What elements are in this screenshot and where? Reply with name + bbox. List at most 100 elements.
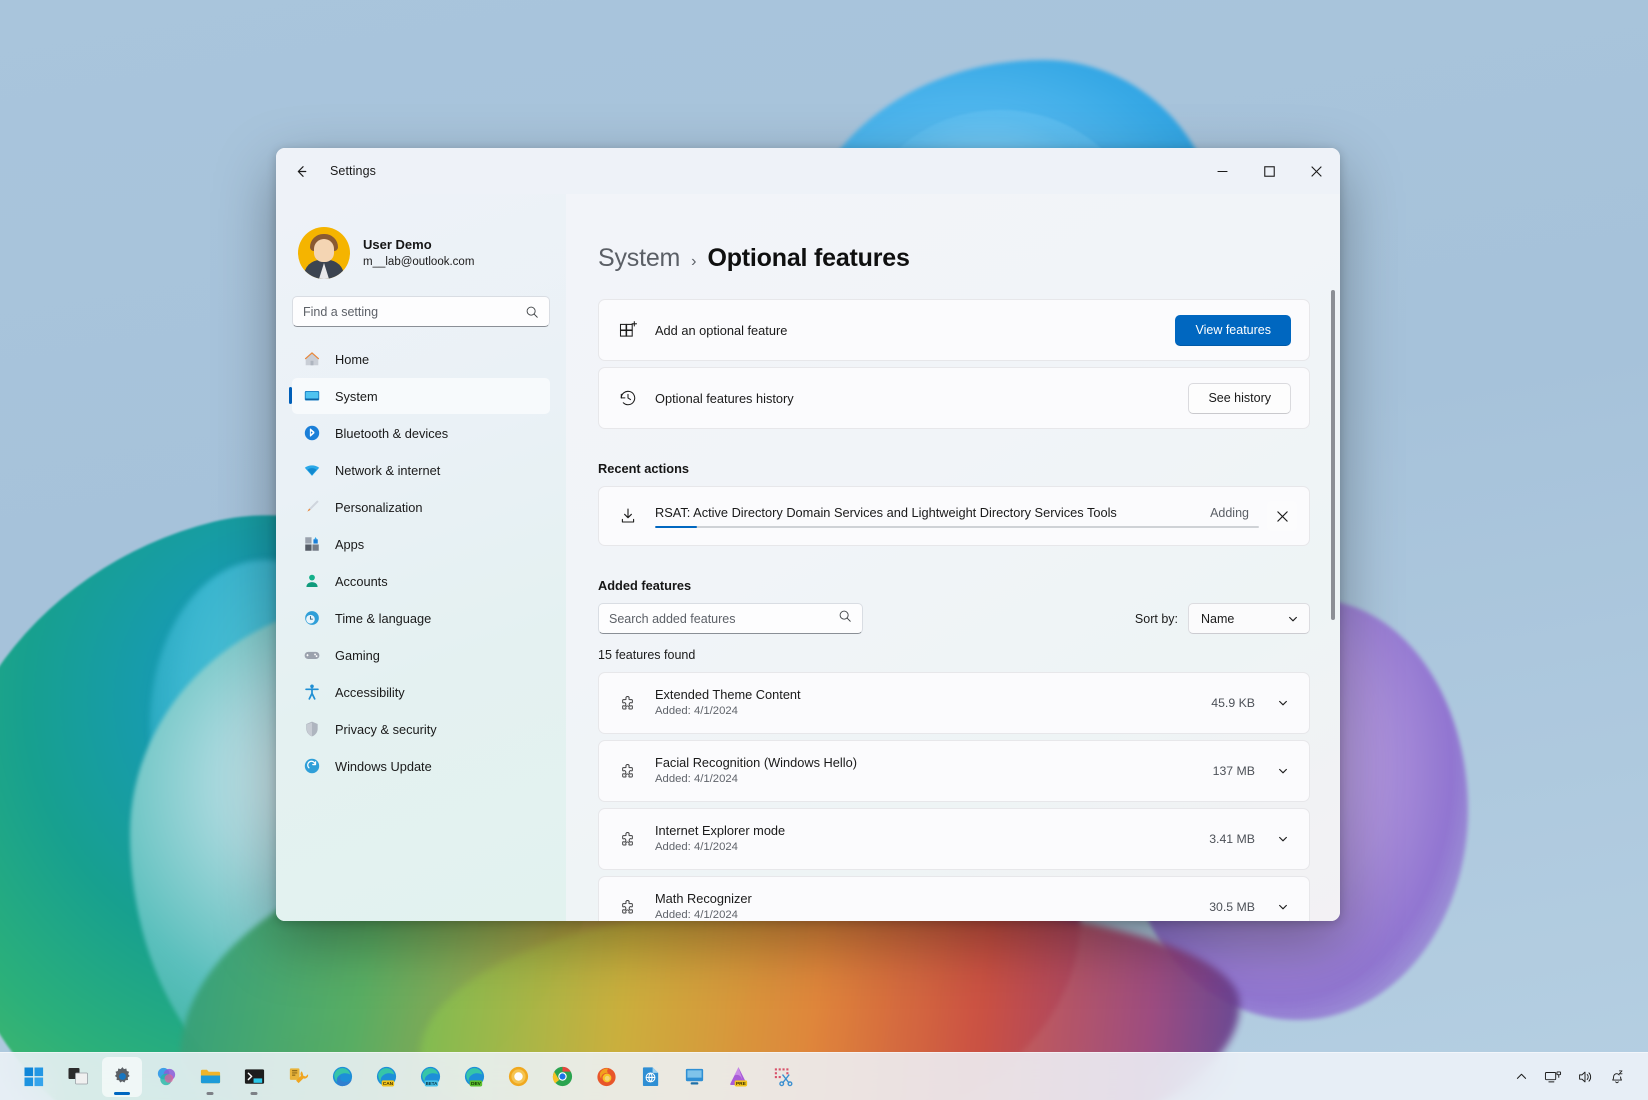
shield-icon xyxy=(303,720,321,738)
sidebar-item-system[interactable]: System xyxy=(292,378,550,414)
sidebar-item-windows-update[interactable]: Windows Update xyxy=(292,748,550,784)
sidebar-item-label: Personalization xyxy=(335,500,423,515)
folder-icon xyxy=(199,1065,222,1088)
main-scrollbar[interactable] xyxy=(1331,290,1335,920)
progress-bar xyxy=(655,526,1259,528)
remote-desktop-icon xyxy=(683,1065,706,1088)
file-explorer-taskbar-button[interactable] xyxy=(190,1057,230,1097)
table-row[interactable]: Extended Theme Content Added: 4/1/2024 4… xyxy=(598,672,1310,734)
maximize-button[interactable] xyxy=(1246,148,1293,194)
svg-text:PRE: PRE xyxy=(735,1081,745,1087)
view-features-button[interactable]: View features xyxy=(1175,315,1291,346)
back-button[interactable] xyxy=(284,154,318,188)
sidebar-item-apps[interactable]: Apps xyxy=(292,526,550,562)
search-added-features-box[interactable] xyxy=(598,603,863,634)
search-added-features-input[interactable] xyxy=(609,612,838,626)
taskbar-active-indicator xyxy=(114,1092,130,1095)
settings-taskbar-button[interactable] xyxy=(102,1057,142,1097)
table-row[interactable]: Facial Recognition (Windows Hello) Added… xyxy=(598,740,1310,802)
maximize-icon xyxy=(1264,166,1275,177)
app-title: Settings xyxy=(330,164,376,178)
dev-tools-taskbar-button[interactable] xyxy=(278,1057,318,1097)
scrollbar-thumb[interactable] xyxy=(1331,290,1335,620)
sidebar-item-personalization[interactable]: Personalization xyxy=(292,489,550,525)
features-found-count: 15 features found xyxy=(598,648,1310,662)
minimize-button[interactable] xyxy=(1199,148,1246,194)
network-tray-button[interactable] xyxy=(1538,1060,1568,1094)
puzzle-piece-icon xyxy=(617,693,639,713)
feature-name: Facial Recognition (Windows Hello) xyxy=(655,754,1213,771)
sort-by-dropdown[interactable]: Name xyxy=(1188,603,1310,634)
feature-text: Math Recognizer Added: 4/1/2024 xyxy=(655,890,1209,921)
chrome-canary-taskbar-button[interactable] xyxy=(498,1057,538,1097)
desktop: Settings xyxy=(0,0,1648,1100)
start-button[interactable] xyxy=(14,1057,54,1097)
breadcrumb-separator-icon: › xyxy=(691,253,696,271)
prerelease-app-taskbar-button[interactable]: PRE xyxy=(718,1057,758,1097)
find-a-setting-box[interactable] xyxy=(292,296,550,327)
snip-tool-taskbar-button[interactable] xyxy=(762,1057,802,1097)
sidebar-item-label: Gaming xyxy=(335,648,380,663)
search-input[interactable] xyxy=(303,305,525,319)
chrome-icon xyxy=(551,1065,574,1088)
sidebar-item-home[interactable]: Home xyxy=(292,341,550,377)
clock-globe-icon xyxy=(303,609,321,627)
sidebar-item-privacy-security[interactable]: Privacy & security xyxy=(292,711,550,747)
sidebar-item-bluetooth-devices[interactable]: Bluetooth & devices xyxy=(292,415,550,451)
back-arrow-icon xyxy=(293,163,310,180)
recent-action-item: RSAT: Active Directory Domain Services a… xyxy=(598,486,1310,546)
edge-beta-icon: BETA xyxy=(419,1065,442,1088)
remote-desktop-taskbar-button[interactable] xyxy=(674,1057,714,1097)
notifications-tray-button[interactable] xyxy=(1602,1060,1632,1094)
expand-feature-button[interactable] xyxy=(1269,757,1297,785)
profile-name: User Demo xyxy=(363,235,474,255)
edge-taskbar-button[interactable] xyxy=(322,1057,362,1097)
chevron-down-icon xyxy=(1287,613,1299,625)
sidebar-item-label: Apps xyxy=(335,537,364,552)
breadcrumb-parent[interactable]: System xyxy=(598,244,680,273)
sidebar-item-accessibility[interactable]: Accessibility xyxy=(292,674,550,710)
web-document-taskbar-button[interactable] xyxy=(630,1057,670,1097)
speaker-icon xyxy=(1576,1068,1594,1086)
expand-feature-button[interactable] xyxy=(1269,893,1297,921)
copilot-taskbar-button[interactable] xyxy=(146,1057,186,1097)
settings-window: Settings xyxy=(276,148,1340,921)
chevron-down-icon xyxy=(1277,833,1289,845)
volume-tray-button[interactable] xyxy=(1570,1060,1600,1094)
edge-beta-taskbar-button[interactable]: BETA xyxy=(410,1057,450,1097)
profile-email: m__lab@outlook.com xyxy=(363,254,474,271)
puzzle-piece-icon xyxy=(617,897,639,917)
svg-text:CAN: CAN xyxy=(382,1081,393,1087)
table-row[interactable]: Internet Explorer mode Added: 4/1/2024 3… xyxy=(598,808,1310,870)
edge-canary-taskbar-button[interactable]: CAN xyxy=(366,1057,406,1097)
feature-name: Extended Theme Content xyxy=(655,686,1211,703)
snipping-tool-icon xyxy=(771,1065,794,1088)
wifi-icon xyxy=(303,461,321,479)
edge-dev-taskbar-button[interactable]: DEV xyxy=(454,1057,494,1097)
sidebar-nav: Home System xyxy=(292,341,550,784)
expand-feature-button[interactable] xyxy=(1269,689,1297,717)
terminal-taskbar-button[interactable] xyxy=(234,1057,274,1097)
expand-feature-button[interactable] xyxy=(1269,825,1297,853)
svg-text:BETA: BETA xyxy=(425,1081,437,1086)
sort-by-label: Sort by: xyxy=(1135,612,1178,626)
tray-expand-button[interactable] xyxy=(1506,1060,1536,1094)
edge-canary-icon: CAN xyxy=(375,1065,398,1088)
sidebar-item-label: Home xyxy=(335,352,369,367)
dismiss-recent-action-button[interactable] xyxy=(1267,501,1297,531)
sort-control: Sort by: Name xyxy=(1135,603,1310,634)
sidebar-item-gaming[interactable]: Gaming xyxy=(292,637,550,673)
table-row[interactable]: Math Recognizer Added: 4/1/2024 30.5 MB xyxy=(598,876,1310,921)
close-icon xyxy=(1311,166,1322,177)
sidebar-item-accounts[interactable]: Accounts xyxy=(292,563,550,599)
sidebar-item-time-language[interactable]: Time & language xyxy=(292,600,550,636)
chrome-taskbar-button[interactable] xyxy=(542,1057,582,1097)
see-history-button[interactable]: See history xyxy=(1188,383,1291,414)
task-view-button[interactable] xyxy=(58,1057,98,1097)
user-profile[interactable]: User Demo m__lab@outlook.com xyxy=(292,194,550,290)
sidebar-item-network-internet[interactable]: Network & internet xyxy=(292,452,550,488)
close-button[interactable] xyxy=(1293,148,1340,194)
person-icon xyxy=(303,572,321,590)
firefox-taskbar-button[interactable] xyxy=(586,1057,626,1097)
added-features-filter-row: Sort by: Name xyxy=(598,603,1310,634)
